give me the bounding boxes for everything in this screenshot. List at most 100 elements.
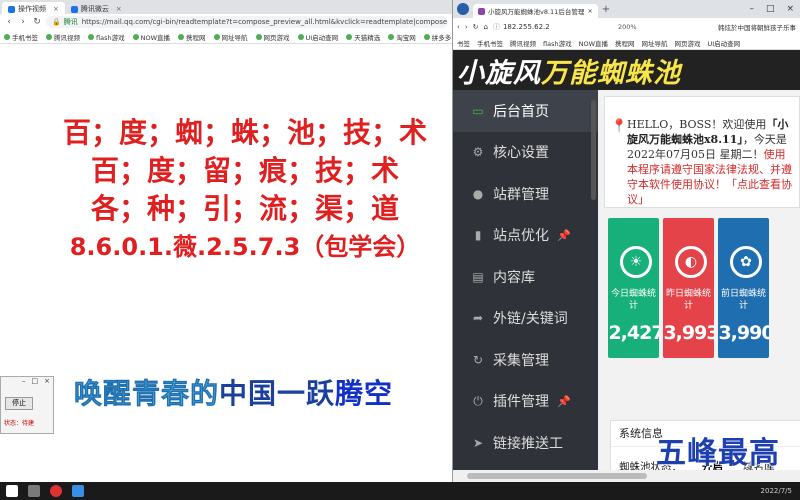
back-icon[interactable]: ‹ <box>457 23 460 31</box>
sidebar-item[interactable]: ⏻ 插件管理 📌 <box>453 381 598 423</box>
welcome-greeting: HELLO，BOSS！欢迎使用 <box>627 118 767 131</box>
bookmark-item[interactable]: NOW直播 <box>132 32 170 42</box>
bookmark-label: 书签 <box>457 39 470 48</box>
bookmark-item[interactable]: UI启动查网 <box>708 38 741 48</box>
right-tab-bar: 小旋风万能蜘蛛池v8.11后台管理 × + – □ × <box>453 0 800 18</box>
stat-card[interactable]: ✿ 前日蜘蛛统计 3,990 <box>718 218 769 358</box>
bookmark-item[interactable]: 手机书签 <box>4 32 38 42</box>
new-tab-icon[interactable]: + <box>602 4 610 15</box>
tab-label: 腾讯微云 <box>80 5 109 13</box>
bookmark-item[interactable]: UI启动查网 <box>297 32 338 42</box>
right-tab-1[interactable]: 小旋风万能蜘蛛池v8.11后台管理 × <box>473 4 598 18</box>
caption-part-3: 腾空 <box>335 377 394 410</box>
minimize-icon[interactable]: – <box>22 377 26 387</box>
site-label: 腾讯 <box>63 18 78 26</box>
sidebar-item[interactable]: ▭ 后台首页 <box>453 90 598 132</box>
welcome-card: 📍 HELLO，BOSS！欢迎使用「小旋风万能蜘蛛池x8.11」，今天是 202… <box>604 96 800 208</box>
bookmark-icon <box>346 33 353 40</box>
moon-icon: ◐ <box>675 246 707 278</box>
bookmark-item[interactable]: 携程网 <box>178 32 206 42</box>
forward-icon[interactable]: › <box>465 23 468 31</box>
sidebar-item[interactable]: ➦ 外链/关键词 <box>453 298 598 340</box>
browser-icon[interactable] <box>72 485 84 497</box>
pin-icon[interactable]: 📌 <box>557 395 571 408</box>
bookmark-label: NOW直播 <box>578 39 608 48</box>
bookmark-label: flash游戏 <box>543 39 572 48</box>
close-icon[interactable]: × <box>587 7 592 15</box>
stat-card[interactable]: ◐ 昨日蜘蛛统计 3,993 <box>663 218 714 358</box>
scroll-thumb[interactable] <box>467 473 647 479</box>
bookmark-item[interactable]: 拼多多 <box>423 32 451 42</box>
right-address-bar[interactable]: ⓘ 182.255.62.2 <box>493 21 613 33</box>
close-icon[interactable]: × <box>116 5 122 13</box>
minimize-icon[interactable]: – <box>749 4 754 14</box>
close-icon[interactable]: × <box>53 5 59 13</box>
lock-icon: 🔒 <box>52 18 61 26</box>
close-icon[interactable]: × <box>44 377 50 387</box>
left-address-bar[interactable]: 🔒 腾讯 https://mail.qq.com/cgi-bin/readtem… <box>46 16 448 28</box>
bookmark-item[interactable]: 网址导航 <box>642 38 668 48</box>
bookmark-label: 天猫精选 <box>354 33 381 42</box>
left-browser-window: 操作视频 × 腾讯微云 × ‹ › ↻ 🔒 腾讯 https://mail.qq… <box>0 0 452 482</box>
sidebar-scrollbar[interactable] <box>591 100 596 200</box>
sidebar-item[interactable]: ↻ 采集管理 <box>453 339 598 381</box>
stat-card[interactable]: ☀ 今日蜘蛛统计 2,427 <box>608 218 659 358</box>
bookmark-item[interactable]: 网页游戏 <box>675 38 701 48</box>
explorer-icon[interactable] <box>28 485 40 497</box>
bookmark-item[interactable]: 携程网 <box>615 38 635 48</box>
caption-part-2: 中国一跃 <box>219 377 336 410</box>
bookmark-icon <box>132 33 139 40</box>
back-icon[interactable]: ‹ <box>4 17 14 27</box>
sidebar-item[interactable]: ▮ 站点优化 📌 <box>453 215 598 257</box>
left-tab-2[interactable]: 腾讯微云 × <box>65 2 128 14</box>
sidebar-item-label: 插件管理 <box>493 394 549 411</box>
bookmark-item[interactable]: 淘宝网 <box>388 32 416 42</box>
stop-button[interactable]: 停止 <box>5 397 33 410</box>
record-icon[interactable] <box>50 485 62 497</box>
share-icon: ➦ <box>472 311 484 326</box>
start-icon[interactable] <box>6 485 18 497</box>
reload-icon[interactable]: ↻ <box>32 17 42 27</box>
zoom-level[interactable]: 200% <box>618 23 637 31</box>
home-icon[interactable]: ⌂ <box>484 23 488 31</box>
sidebar-item[interactable]: ➤ 链接推送工 <box>453 422 598 464</box>
bookmark-item[interactable]: 天猫精选 <box>346 32 380 42</box>
logo-part-2: 万能蜘蛛池 <box>541 57 681 89</box>
bookmark-item[interactable]: NOW直播 <box>579 38 608 48</box>
pin-icon[interactable]: 📌 <box>557 229 571 242</box>
logo-part-1: 小旋风 <box>457 57 541 89</box>
forward-icon[interactable]: › <box>18 17 28 27</box>
sidebar-item[interactable]: ● 站群管理 <box>453 173 598 215</box>
bookmark-item[interactable]: 腾讯视频 <box>510 38 536 48</box>
bookmark-icon <box>46 33 52 40</box>
red-line-4: 8.6.0.1.薇.2.5.7.3（包学会） <box>69 233 421 261</box>
red-line-1: 百；度；蜘；蛛；池；技；术 <box>62 116 427 149</box>
taskbar: 2022/7/5 <box>0 482 800 500</box>
bookmark-icon <box>297 33 304 40</box>
bookmark-item[interactable]: 腾讯视频 <box>46 32 80 42</box>
sun-icon: ☀ <box>620 246 652 278</box>
search-suggestion[interactable]: 韩炫於中国将朝鲜孩子乐事 <box>718 22 796 32</box>
bookmark-item[interactable]: 网页游戏 <box>255 32 290 42</box>
maximize-icon[interactable]: □ <box>32 377 39 387</box>
maximize-icon[interactable]: □ <box>766 4 775 14</box>
bookmark-item[interactable]: flash游戏 <box>543 38 572 48</box>
left-tab-1[interactable]: 操作视频 × <box>2 2 65 14</box>
bookmark-item[interactable]: 书签 <box>457 38 470 48</box>
tab-label: 操作视频 <box>18 5 46 13</box>
close-icon[interactable]: × <box>786 4 794 14</box>
bookmark-item[interactable]: 网址导航 <box>213 32 248 42</box>
tab-favicon-icon <box>478 7 485 15</box>
bookmark-item[interactable]: 手机书签 <box>477 38 503 48</box>
sidebar-item[interactable]: ▤ 内容库 <box>453 256 598 298</box>
sidebar-item-label: 核心设置 <box>493 145 549 162</box>
stat-value: 2,427 <box>608 322 659 344</box>
reload-icon[interactable]: ↻ <box>473 23 479 31</box>
screen: 操作视频 × 腾讯微云 × ‹ › ↻ 🔒 腾讯 https://mail.qq… <box>0 0 800 500</box>
bookmark-label: 携程网 <box>615 39 635 48</box>
video-caption: 唤醒青春的中国一跃腾空 <box>74 372 393 412</box>
avatar[interactable] <box>457 3 469 15</box>
sidebar-item[interactable]: ⚙ 核心设置 <box>453 132 598 174</box>
bookmark-item[interactable]: flash游戏 <box>88 32 125 42</box>
bookmark-label: 淘宝网 <box>396 33 416 42</box>
